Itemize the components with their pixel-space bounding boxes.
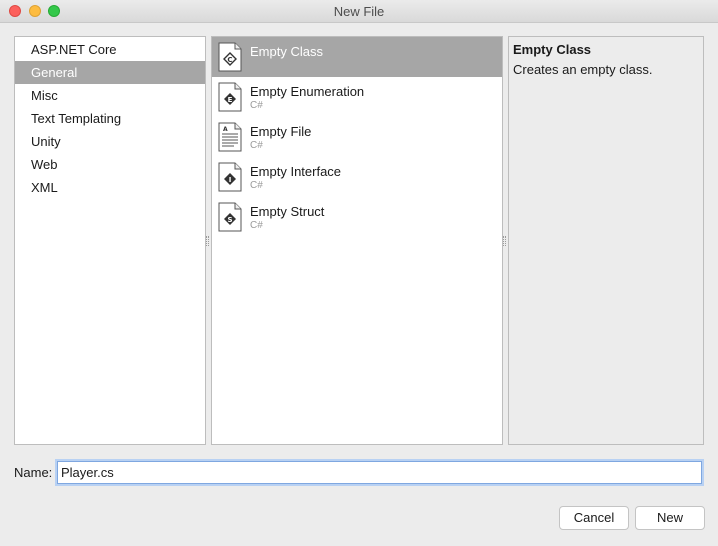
name-label: Name: [14,465,53,480]
svg-text:A: A [223,126,228,133]
svg-text:I: I [229,176,232,184]
template-language: C# [250,100,263,111]
template-item-empty-struct[interactable]: S Empty Struct C# [212,197,502,237]
title-bar: New File [0,0,718,23]
file-name-input[interactable] [57,461,702,484]
template-item-empty-enumeration[interactable]: E Empty Enumeration C# [212,77,502,117]
category-label: Text Templating [31,111,122,126]
template-item-empty-file[interactable]: A Empty File C# [212,117,502,157]
description-panel: Empty Class Creates an empty class. [508,36,704,445]
category-item-text-templating[interactable]: Text Templating [15,107,205,130]
category-item-general[interactable]: General [15,61,205,84]
category-item-web[interactable]: Web [15,153,205,176]
category-label: General [31,65,78,80]
template-name: Empty Enumeration [250,84,365,99]
category-label: XML [31,180,58,195]
cancel-button[interactable]: Cancel [559,506,629,530]
new-button[interactable]: New [635,506,705,530]
category-label: ASP.NET Core [31,42,117,57]
category-label: Misc [31,88,58,103]
template-language: C# [250,180,263,191]
class-file-icon: C [218,42,242,72]
category-item-aspnet-core[interactable]: ASP.NET Core [15,38,205,61]
enum-file-icon: E [218,82,242,112]
template-language: C# [250,140,263,151]
template-language: C# [250,220,263,231]
template-name: Empty Struct [250,204,325,219]
struct-file-icon: S [218,202,242,232]
svg-text:C: C [227,56,232,64]
template-name: Empty File [250,124,312,139]
template-name: Empty Interface [250,164,342,179]
text-file-icon: A [218,122,242,152]
description-title: Empty Class [513,42,592,57]
interface-file-icon: I [218,162,242,192]
svg-text:S: S [227,216,232,224]
template-list: C Empty Class E Empty Enumeration C# A E… [211,36,503,445]
template-item-empty-class[interactable]: C Empty Class [212,37,502,77]
category-item-misc[interactable]: Misc [15,84,205,107]
category-item-unity[interactable]: Unity [15,130,205,153]
description-text: Creates an empty class. [513,62,653,77]
category-item-xml[interactable]: XML [15,176,205,199]
category-label: Unity [31,134,61,149]
window-title: New File [333,4,385,19]
category-label: Web [31,157,58,172]
template-splitter-handle[interactable] [503,236,506,246]
template-item-empty-interface[interactable]: I Empty Interface C# [212,157,502,197]
category-splitter-handle[interactable] [206,236,209,246]
template-name: Empty Class [250,44,323,59]
category-list: ASP.NET Core General Misc Text Templatin… [14,36,206,445]
svg-text:E: E [228,96,233,104]
